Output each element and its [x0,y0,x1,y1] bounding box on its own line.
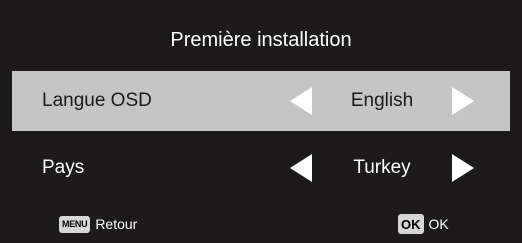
left-arrow-icon[interactable] [290,87,312,115]
footer-back-hint[interactable]: MENU Retour [59,212,137,236]
page-title: Première installation [170,28,352,51]
setting-label: Pays [42,157,85,178]
menu-key-icon: MENU [59,215,91,233]
right-arrow-icon[interactable] [452,154,474,182]
ok-label: OK [428,216,449,232]
setting-row-osd-language[interactable]: Langue OSD English [12,71,510,131]
back-label: Retour [95,216,138,232]
setting-value: English [350,90,414,111]
left-arrow-icon[interactable] [290,154,312,182]
right-arrow-icon[interactable] [452,87,474,115]
footer-ok-hint[interactable]: OK OK [398,212,449,236]
setting-value: Turkey [353,157,411,178]
ok-key-icon: OK [398,214,424,234]
setting-label: Langue OSD [42,90,152,111]
setting-row-country[interactable]: Pays Turkey [12,138,510,198]
